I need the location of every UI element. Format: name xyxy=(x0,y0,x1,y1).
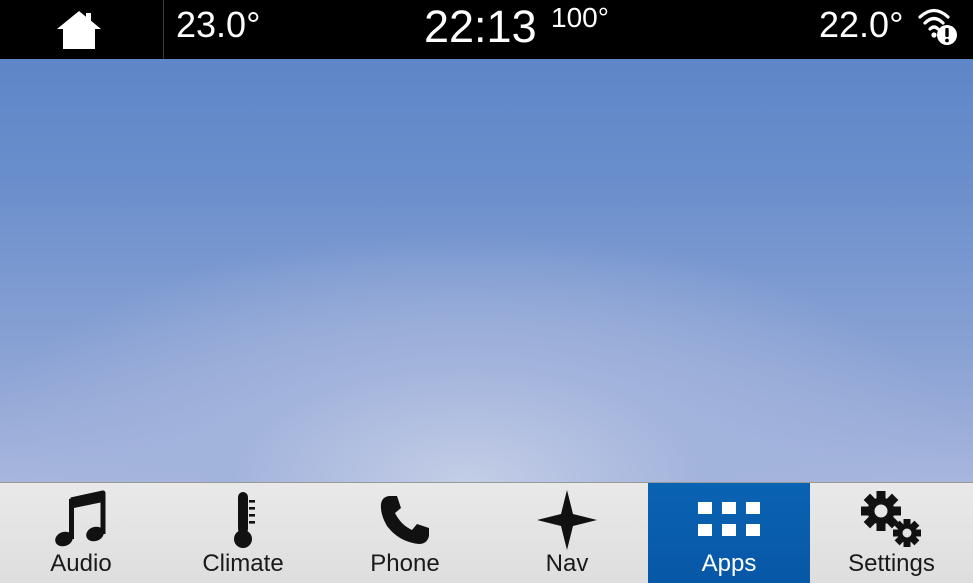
music-note-icon xyxy=(53,487,109,553)
nav-label-settings: Settings xyxy=(848,550,935,577)
passenger-temperature[interactable]: 22.0° xyxy=(819,5,903,45)
wifi-alert-icon xyxy=(918,8,957,45)
home-icon xyxy=(56,10,101,49)
status-bar: 23.0° 22:13 100° 22.0° xyxy=(0,0,973,59)
nav-item-phone[interactable]: Phone xyxy=(324,483,486,583)
nav-label-climate: Climate xyxy=(202,550,284,577)
infotainment-screen: 23.0° 22:13 100° 22.0° Audio Climate Pho… xyxy=(0,0,973,583)
outside-temperature: 100° xyxy=(551,2,609,33)
nav-label-apps: Apps xyxy=(701,550,757,577)
gears-icon xyxy=(857,487,927,553)
home-wallpaper xyxy=(0,59,973,482)
thermometer-icon xyxy=(228,487,258,553)
nav-item-audio[interactable]: Audio xyxy=(0,483,162,583)
apps-grid-icon xyxy=(696,487,762,553)
driver-temperature[interactable]: 23.0° xyxy=(176,5,260,45)
clock: 22:13 xyxy=(424,1,537,52)
bottom-nav-bar: Audio Climate Phone Nav Apps Settings xyxy=(0,482,973,583)
nav-item-settings[interactable]: Settings xyxy=(810,483,973,583)
nav-label-audio: Audio xyxy=(50,550,112,577)
home-button[interactable] xyxy=(0,0,164,59)
compass-star-icon xyxy=(535,487,599,553)
nav-label-phone: Phone xyxy=(370,550,440,577)
nav-item-nav[interactable]: Nav xyxy=(486,483,648,583)
nav-item-apps[interactable]: Apps xyxy=(648,483,810,583)
nav-item-climate[interactable]: Climate xyxy=(162,483,324,583)
phone-icon xyxy=(377,487,433,553)
nav-label-nav: Nav xyxy=(545,550,589,577)
